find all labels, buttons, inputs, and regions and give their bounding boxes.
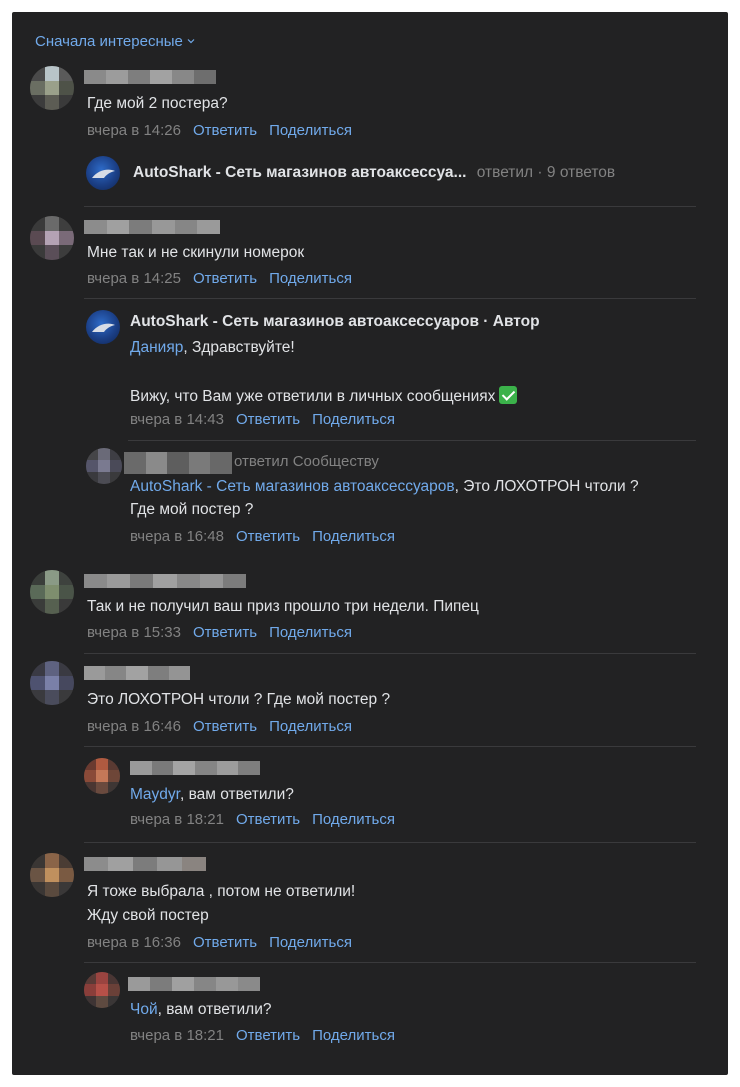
group-avatar[interactable] [86, 156, 120, 190]
shark-logo-icon [92, 169, 115, 178]
avatar[interactable] [84, 972, 120, 1008]
comment-meta: вчера в 16:36 Ответить Поделиться [87, 934, 352, 951]
reply-text-rest: , вам ответили? [157, 1001, 272, 1018]
reply-button[interactable]: Ответить [193, 122, 257, 139]
comment-time[interactable]: вчера в 14:25 [87, 270, 181, 287]
comment-meta: вчера в 16:46 Ответить Поделиться [87, 718, 352, 735]
share-button[interactable]: Поделиться [269, 934, 352, 951]
mention-link[interactable]: Данияр [130, 339, 183, 356]
reply-button[interactable]: Ответить [193, 624, 257, 641]
share-button[interactable]: Поделиться [269, 624, 352, 641]
avatar[interactable] [30, 853, 74, 897]
reply-text-rest: , вам ответили? [179, 786, 294, 803]
check-mark-icon [499, 386, 518, 404]
reply-button[interactable]: Ответить [236, 528, 300, 545]
sort-dropdown[interactable]: Сначала интересные [35, 33, 195, 50]
share-button[interactable]: Поделиться [312, 411, 395, 428]
divider [84, 653, 696, 654]
reply-text-line2: Вижу, что Вам уже ответили в личных сооб… [130, 388, 496, 405]
comment-text: Я тоже выбрала , потом не ответили! [87, 883, 356, 900]
reply-button[interactable]: Ответить [236, 811, 300, 828]
reply-text-rest: , Это ЛОХОТРОН чтоли ? [454, 478, 639, 495]
divider [84, 206, 696, 207]
thread-count[interactable]: 9 ответов [547, 164, 615, 181]
divider [84, 746, 696, 747]
shark-logo-icon [92, 323, 115, 332]
group-avatar[interactable] [86, 310, 120, 344]
reply-button[interactable]: Ответить [236, 411, 300, 428]
mention-link[interactable]: AutoShark - Сеть магазинов автоаксессуар… [130, 478, 455, 495]
reply-text-line: Вижу, что Вам уже ответили в личных сооб… [130, 386, 518, 407]
reply-button[interactable]: Ответить [193, 934, 257, 951]
avatar[interactable] [84, 758, 120, 794]
comment-time[interactable]: вчера в 14:26 [87, 122, 181, 139]
sort-label: Сначала интересные [35, 33, 183, 50]
comment-time[interactable]: вчера в 16:36 [87, 934, 181, 951]
author-name-blurred[interactable] [128, 977, 260, 991]
reply-button[interactable]: Ответить [193, 718, 257, 735]
thread-replied: ответил [476, 164, 534, 181]
author-name-blurred[interactable] [84, 857, 207, 871]
avatar[interactable] [30, 216, 74, 260]
reply-author[interactable]: AutoShark - Сеть магазинов автоаксессуар… [130, 312, 540, 332]
share-button[interactable]: Поделиться [269, 122, 352, 139]
comment-text: Где мой 2 постера? [87, 95, 228, 112]
reply-time[interactable]: вчера в 14:43 [130, 411, 224, 428]
share-button[interactable]: Поделиться [312, 528, 395, 545]
reply-text-line2: Где мой постер ? [130, 501, 254, 518]
author-name-blurred[interactable] [124, 452, 232, 474]
avatar[interactable] [30, 661, 74, 705]
comment-meta: вчера в 15:33 Ответить Поделиться [87, 624, 352, 641]
reply-meta: вчера в 18:21 Ответить Поделиться [130, 1027, 395, 1044]
comment-text: Так и не получил ваш приз прошло три нед… [87, 598, 479, 615]
avatar[interactable] [86, 448, 122, 484]
divider [84, 842, 696, 843]
share-button[interactable]: Поделиться [312, 811, 395, 828]
divider [128, 440, 696, 441]
comment-text: Это ЛОХОТРОН чтоли ? Где мой постер ? [87, 691, 391, 708]
reply-text: Maydyr, вам ответили? [130, 785, 294, 805]
reply-time[interactable]: вчера в 18:21 [130, 811, 224, 828]
reply-time[interactable]: вчера в 16:48 [130, 528, 224, 545]
reply-to-label: ответил Сообществу [234, 453, 379, 470]
comment-time[interactable]: вчера в 15:33 [87, 624, 181, 641]
avatar[interactable] [30, 570, 74, 614]
divider [84, 298, 696, 299]
reply-text: Чой, вам ответили? [130, 1000, 272, 1020]
reply-button[interactable]: Ответить [236, 1027, 300, 1044]
author-name-blurred[interactable] [130, 761, 261, 775]
reply-text: Данияр, Здравствуйте! [130, 338, 295, 358]
reply-meta: вчера в 16:48 Ответить Поделиться [130, 528, 395, 545]
share-button[interactable]: Поделиться [269, 718, 352, 735]
share-button[interactable]: Поделиться [312, 1027, 395, 1044]
author-name-blurred[interactable] [84, 574, 246, 588]
thread-summary[interactable]: AutoShark - Сеть магазинов автоаксессуа.… [133, 163, 615, 183]
reply-meta: вчера в 18:21 Ответить Поделиться [130, 811, 395, 828]
mention-link[interactable]: Maydyr [130, 786, 180, 803]
comment-time[interactable]: вчера в 16:46 [87, 718, 181, 735]
thread-author[interactable]: AutoShark - Сеть магазинов автоаксессуа.… [133, 164, 466, 181]
comment-text: Мне так и не скинули номерок [87, 244, 305, 261]
author-name-blurred[interactable] [84, 666, 191, 680]
author-name-blurred[interactable] [84, 220, 221, 234]
comment-text-line2: Жду свой постер [87, 907, 209, 924]
reply-button[interactable]: Ответить [193, 270, 257, 287]
reply-text: AutoShark - Сеть магазинов автоаксессуар… [130, 477, 639, 497]
author-name-blurred[interactable] [84, 70, 216, 84]
avatar[interactable] [30, 66, 74, 110]
reply-text-rest: , Здравствуйте! [183, 339, 295, 356]
comment-meta: вчера в 14:26 Ответить Поделиться [87, 122, 352, 139]
mention-link[interactable]: Чой [130, 1001, 158, 1018]
comment-meta: вчера в 14:25 Ответить Поделиться [87, 270, 352, 287]
reply-meta: вчера в 14:43 Ответить Поделиться [130, 411, 395, 428]
chevron-down-icon [187, 38, 195, 43]
share-button[interactable]: Поделиться [269, 270, 352, 287]
divider [84, 962, 696, 963]
reply-time[interactable]: вчера в 18:21 [130, 1027, 224, 1044]
